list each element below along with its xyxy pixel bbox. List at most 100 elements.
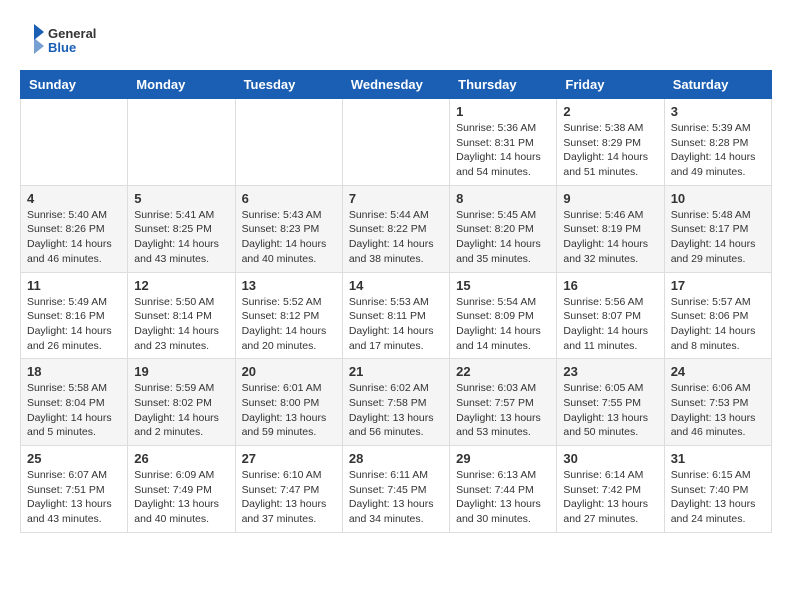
day-number: 10 bbox=[671, 191, 765, 206]
day-number: 14 bbox=[349, 278, 443, 293]
day-info: Sunrise: 5:50 AM Sunset: 8:14 PM Dayligh… bbox=[134, 295, 228, 354]
day-info: Sunrise: 5:52 AM Sunset: 8:12 PM Dayligh… bbox=[242, 295, 336, 354]
day-of-week-header: Tuesday bbox=[235, 71, 342, 99]
calendar-week-row: 11 Sunrise: 5:49 AM Sunset: 8:16 PM Dayli… bbox=[21, 272, 772, 359]
calendar-cell: 23 Sunrise: 6:05 AM Sunset: 7:55 PM Dayli… bbox=[557, 359, 664, 446]
day-info: Sunrise: 5:41 AM Sunset: 8:25 PM Dayligh… bbox=[134, 208, 228, 267]
calendar-cell bbox=[342, 99, 449, 186]
day-info: Sunrise: 6:09 AM Sunset: 7:49 PM Dayligh… bbox=[134, 468, 228, 527]
day-info: Sunrise: 6:07 AM Sunset: 7:51 PM Dayligh… bbox=[27, 468, 121, 527]
day-number: 23 bbox=[563, 364, 657, 379]
calendar-cell: 17 Sunrise: 5:57 AM Sunset: 8:06 PM Dayli… bbox=[664, 272, 771, 359]
day-number: 16 bbox=[563, 278, 657, 293]
calendar-cell: 13 Sunrise: 5:52 AM Sunset: 8:12 PM Dayli… bbox=[235, 272, 342, 359]
day-info: Sunrise: 6:06 AM Sunset: 7:53 PM Dayligh… bbox=[671, 381, 765, 440]
day-info: Sunrise: 5:43 AM Sunset: 8:23 PM Dayligh… bbox=[242, 208, 336, 267]
calendar-cell: 12 Sunrise: 5:50 AM Sunset: 8:14 PM Dayli… bbox=[128, 272, 235, 359]
day-number: 13 bbox=[242, 278, 336, 293]
day-info: Sunrise: 6:11 AM Sunset: 7:45 PM Dayligh… bbox=[349, 468, 443, 527]
calendar-week-row: 1 Sunrise: 5:36 AM Sunset: 8:31 PM Daylig… bbox=[21, 99, 772, 186]
day-number: 15 bbox=[456, 278, 550, 293]
logo-svg: General Blue bbox=[20, 20, 110, 60]
day-number: 27 bbox=[242, 451, 336, 466]
day-number: 7 bbox=[349, 191, 443, 206]
calendar-cell: 29 Sunrise: 6:13 AM Sunset: 7:44 PM Dayli… bbox=[450, 446, 557, 533]
day-info: Sunrise: 6:05 AM Sunset: 7:55 PM Dayligh… bbox=[563, 381, 657, 440]
day-of-week-header: Friday bbox=[557, 71, 664, 99]
calendar-cell: 15 Sunrise: 5:54 AM Sunset: 8:09 PM Dayli… bbox=[450, 272, 557, 359]
day-info: Sunrise: 5:59 AM Sunset: 8:02 PM Dayligh… bbox=[134, 381, 228, 440]
day-number: 28 bbox=[349, 451, 443, 466]
calendar-cell: 18Sunrise: 5:58 AM Sunset: 8:04 PM Dayli… bbox=[21, 359, 128, 446]
calendar-cell: 5 Sunrise: 5:41 AM Sunset: 8:25 PM Daylig… bbox=[128, 185, 235, 272]
calendar-cell: 27 Sunrise: 6:10 AM Sunset: 7:47 PM Dayli… bbox=[235, 446, 342, 533]
calendar-cell: 2 Sunrise: 5:38 AM Sunset: 8:29 PM Daylig… bbox=[557, 99, 664, 186]
day-number: 18 bbox=[27, 364, 121, 379]
day-info: Sunrise: 5:40 AM Sunset: 8:26 PM Dayligh… bbox=[27, 208, 121, 267]
day-info: Sunrise: 5:45 AM Sunset: 8:20 PM Dayligh… bbox=[456, 208, 550, 267]
day-info: Sunrise: 6:10 AM Sunset: 7:47 PM Dayligh… bbox=[242, 468, 336, 527]
day-info: Sunrise: 5:53 AM Sunset: 8:11 PM Dayligh… bbox=[349, 295, 443, 354]
day-info: Sunrise: 5:48 AM Sunset: 8:17 PM Dayligh… bbox=[671, 208, 765, 267]
day-number: 19 bbox=[134, 364, 228, 379]
calendar-cell: 16Sunrise: 5:56 AM Sunset: 8:07 PM Dayli… bbox=[557, 272, 664, 359]
day-number: 20 bbox=[242, 364, 336, 379]
day-info: Sunrise: 5:49 AM Sunset: 8:16 PM Dayligh… bbox=[27, 295, 121, 354]
calendar-week-row: 4 Sunrise: 5:40 AM Sunset: 8:26 PM Daylig… bbox=[21, 185, 772, 272]
calendar-cell: 19 Sunrise: 5:59 AM Sunset: 8:02 PM Dayli… bbox=[128, 359, 235, 446]
day-number: 3 bbox=[671, 104, 765, 119]
calendar-cell: 20 Sunrise: 6:01 AM Sunset: 8:00 PM Dayli… bbox=[235, 359, 342, 446]
calendar-cell: 7 Sunrise: 5:44 AM Sunset: 8:22 PM Daylig… bbox=[342, 185, 449, 272]
calendar-week-row: 25 Sunrise: 6:07 AM Sunset: 7:51 PM Dayli… bbox=[21, 446, 772, 533]
calendar-cell: 6 Sunrise: 5:43 AM Sunset: 8:23 PM Daylig… bbox=[235, 185, 342, 272]
calendar-cell bbox=[235, 99, 342, 186]
calendar-cell: 14 Sunrise: 5:53 AM Sunset: 8:11 PM Dayli… bbox=[342, 272, 449, 359]
day-info: Sunrise: 6:02 AM Sunset: 7:58 PM Dayligh… bbox=[349, 381, 443, 440]
calendar-cell bbox=[21, 99, 128, 186]
svg-text:General: General bbox=[48, 26, 96, 41]
day-number: 5 bbox=[134, 191, 228, 206]
day-info: Sunrise: 5:44 AM Sunset: 8:22 PM Dayligh… bbox=[349, 208, 443, 267]
calendar-cell: 3 Sunrise: 5:39 AM Sunset: 8:28 PM Daylig… bbox=[664, 99, 771, 186]
day-info: Sunrise: 6:01 AM Sunset: 8:00 PM Dayligh… bbox=[242, 381, 336, 440]
day-number: 1 bbox=[456, 104, 550, 119]
day-info: Sunrise: 5:57 AM Sunset: 8:06 PM Dayligh… bbox=[671, 295, 765, 354]
day-of-week-header: Monday bbox=[128, 71, 235, 99]
calendar-table: SundayMondayTuesdayWednesdayThursdayFrid… bbox=[20, 70, 772, 533]
calendar-cell bbox=[128, 99, 235, 186]
day-number: 21 bbox=[349, 364, 443, 379]
day-number: 8 bbox=[456, 191, 550, 206]
day-info: Sunrise: 5:39 AM Sunset: 8:28 PM Dayligh… bbox=[671, 121, 765, 180]
page-header: General Blue bbox=[20, 20, 772, 60]
day-info: Sunrise: 6:13 AM Sunset: 7:44 PM Dayligh… bbox=[456, 468, 550, 527]
day-info: Sunrise: 5:38 AM Sunset: 8:29 PM Dayligh… bbox=[563, 121, 657, 180]
day-number: 11 bbox=[27, 278, 121, 293]
calendar-cell: 11 Sunrise: 5:49 AM Sunset: 8:16 PM Dayli… bbox=[21, 272, 128, 359]
day-info: Sunrise: 5:54 AM Sunset: 8:09 PM Dayligh… bbox=[456, 295, 550, 354]
day-number: 24 bbox=[671, 364, 765, 379]
day-of-week-header: Saturday bbox=[664, 71, 771, 99]
svg-text:Blue: Blue bbox=[48, 40, 76, 55]
day-info: Sunrise: 6:14 AM Sunset: 7:42 PM Dayligh… bbox=[563, 468, 657, 527]
calendar-cell: 9 Sunrise: 5:46 AM Sunset: 8:19 PM Daylig… bbox=[557, 185, 664, 272]
calendar-cell: 25 Sunrise: 6:07 AM Sunset: 7:51 PM Dayli… bbox=[21, 446, 128, 533]
day-of-week-header: Wednesday bbox=[342, 71, 449, 99]
day-number: 4 bbox=[27, 191, 121, 206]
day-number: 12 bbox=[134, 278, 228, 293]
day-info: Sunrise: 5:36 AM Sunset: 8:31 PM Dayligh… bbox=[456, 121, 550, 180]
day-of-week-header: Sunday bbox=[21, 71, 128, 99]
day-number: 26 bbox=[134, 451, 228, 466]
day-number: 9 bbox=[563, 191, 657, 206]
day-info: Sunrise: 5:46 AM Sunset: 8:19 PM Dayligh… bbox=[563, 208, 657, 267]
calendar-cell: 4 Sunrise: 5:40 AM Sunset: 8:26 PM Daylig… bbox=[21, 185, 128, 272]
day-number: 29 bbox=[456, 451, 550, 466]
calendar-header-row: SundayMondayTuesdayWednesdayThursdayFrid… bbox=[21, 71, 772, 99]
calendar-week-row: 18Sunrise: 5:58 AM Sunset: 8:04 PM Dayli… bbox=[21, 359, 772, 446]
day-number: 2 bbox=[563, 104, 657, 119]
calendar-cell: 1 Sunrise: 5:36 AM Sunset: 8:31 PM Daylig… bbox=[450, 99, 557, 186]
calendar-cell: 31Sunrise: 6:15 AM Sunset: 7:40 PM Dayli… bbox=[664, 446, 771, 533]
day-number: 6 bbox=[242, 191, 336, 206]
day-number: 17 bbox=[671, 278, 765, 293]
calendar-cell: 24 Sunrise: 6:06 AM Sunset: 7:53 PM Dayli… bbox=[664, 359, 771, 446]
day-number: 25 bbox=[27, 451, 121, 466]
